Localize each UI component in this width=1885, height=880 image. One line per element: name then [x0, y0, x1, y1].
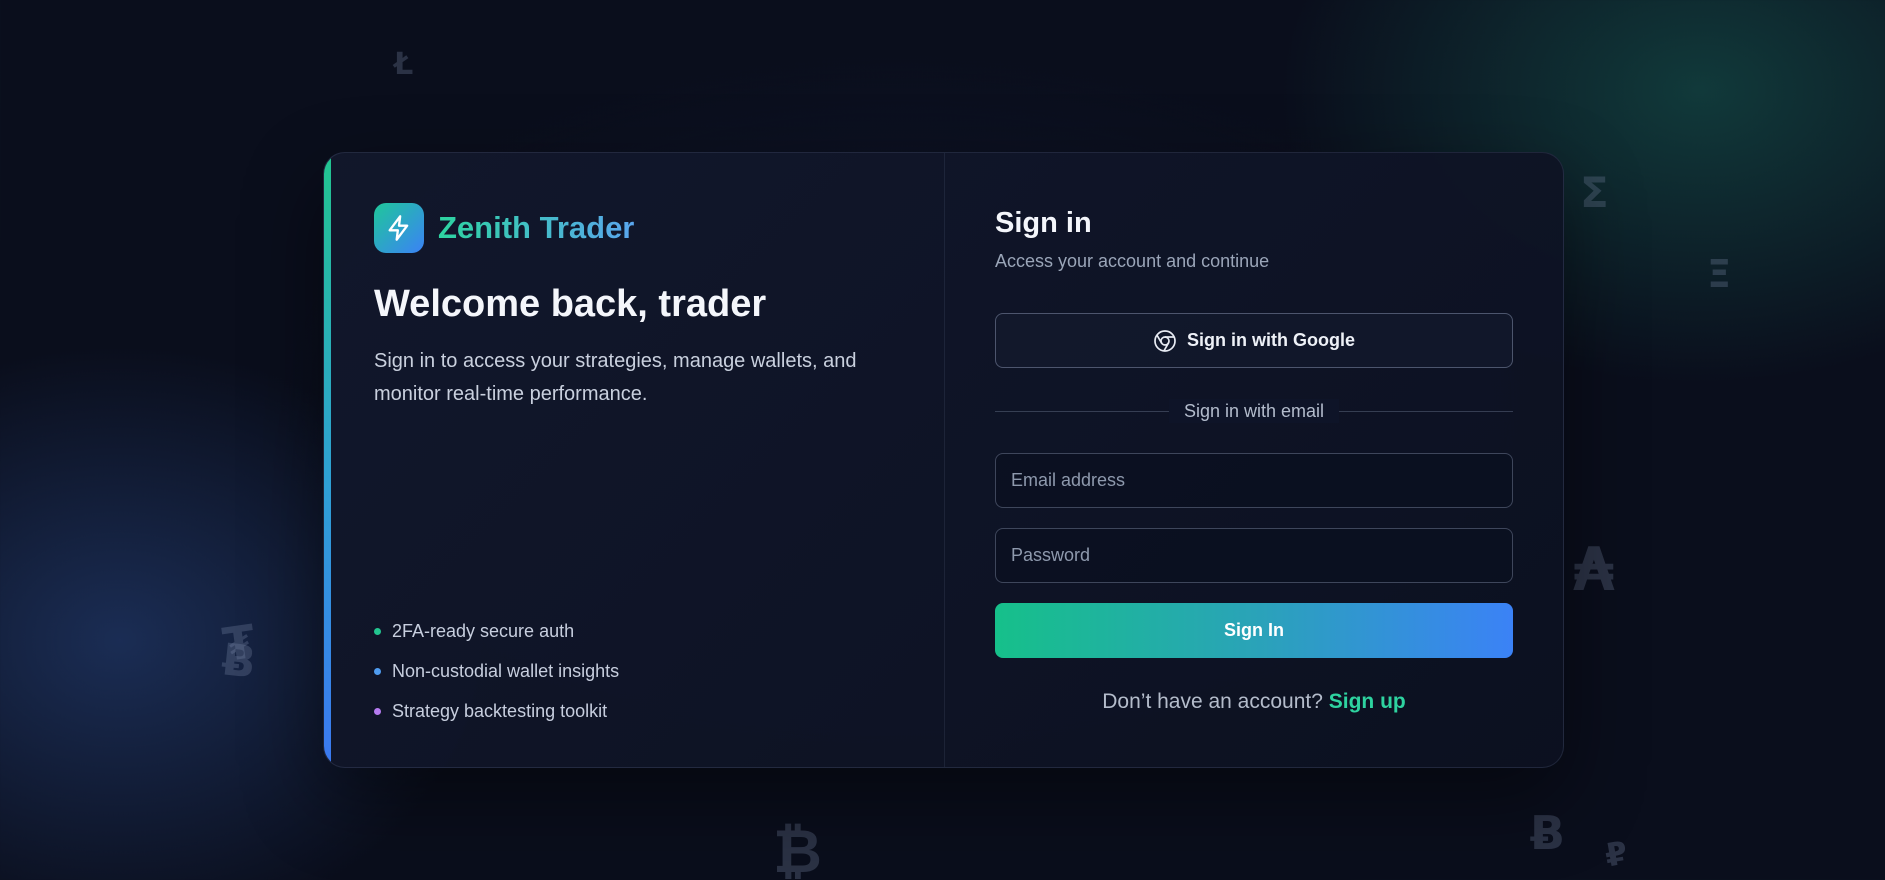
lightning-bolt-icon	[374, 203, 424, 253]
email-field[interactable]	[995, 453, 1513, 508]
feature-item-2fa: 2FA-ready secure auth	[374, 611, 619, 651]
login-card: Zenith Trader Welcome back, trader Sign …	[323, 152, 1564, 768]
signin-subtitle: Access your account and continue	[995, 251, 1270, 271]
bullet-dot-icon	[374, 627, 381, 635]
signin-submit-button[interactable]: Sign In	[995, 603, 1513, 658]
background-glyph-sigma: Ʃ	[1580, 168, 1609, 217]
brand-name: Zenith Trader	[438, 210, 635, 245]
feature-label: Non-custodial wallet insights	[392, 660, 620, 681]
background-glyph-ruble: ₽	[1601, 833, 1631, 875]
feature-label: 2FA-ready secure auth	[392, 620, 575, 641]
signin-panel: Sign in Access your account and continue…	[995, 153, 1513, 767]
chrome-icon	[1154, 329, 1176, 352]
signin-title: Sign in	[995, 207, 1092, 239]
signup-prompt: Don’t have an account? Sign up	[995, 690, 1513, 714]
background-glyph-litecoin: Ł	[394, 47, 414, 82]
bullet-dot-icon	[374, 667, 381, 675]
bullet-dot-icon	[374, 707, 381, 715]
google-signin-button[interactable]: Sign in with Google	[995, 313, 1513, 368]
google-signin-label: Sign in with Google	[1187, 330, 1355, 350]
email-divider: Sign in with email	[995, 399, 1513, 423]
background-glyph-xi: Ξ	[1707, 252, 1732, 296]
brand: Zenith Trader	[374, 203, 634, 253]
background-glyph-bitcoin-alt: Ƀ	[219, 634, 259, 689]
password-field[interactable]	[995, 528, 1513, 583]
feature-list: 2FA-ready secure auth Non-custodial wall…	[374, 611, 619, 731]
background-glyph-bitcoin: ₿	[773, 817, 822, 880]
background-glyph-austral: ₳	[1573, 535, 1615, 605]
welcome-title: Welcome back, trader	[374, 283, 767, 325]
signup-link[interactable]: Sign up	[1329, 690, 1406, 713]
feature-item-wallet: Non-custodial wallet insights	[374, 651, 619, 691]
feature-label: Strategy backtesting toolkit	[392, 700, 608, 721]
welcome-subtitle: Sign in to access your strategies, manag…	[374, 350, 857, 405]
background-glyph-bitcoin-small: Ƀ	[1530, 806, 1566, 860]
divider-label: Sign in with email	[1168, 399, 1340, 423]
welcome-panel: Zenith Trader Welcome back, trader Sign …	[324, 153, 945, 767]
no-account-text: Don’t have an account?	[1102, 690, 1323, 713]
feature-item-backtesting: Strategy backtesting toolkit	[374, 691, 619, 731]
